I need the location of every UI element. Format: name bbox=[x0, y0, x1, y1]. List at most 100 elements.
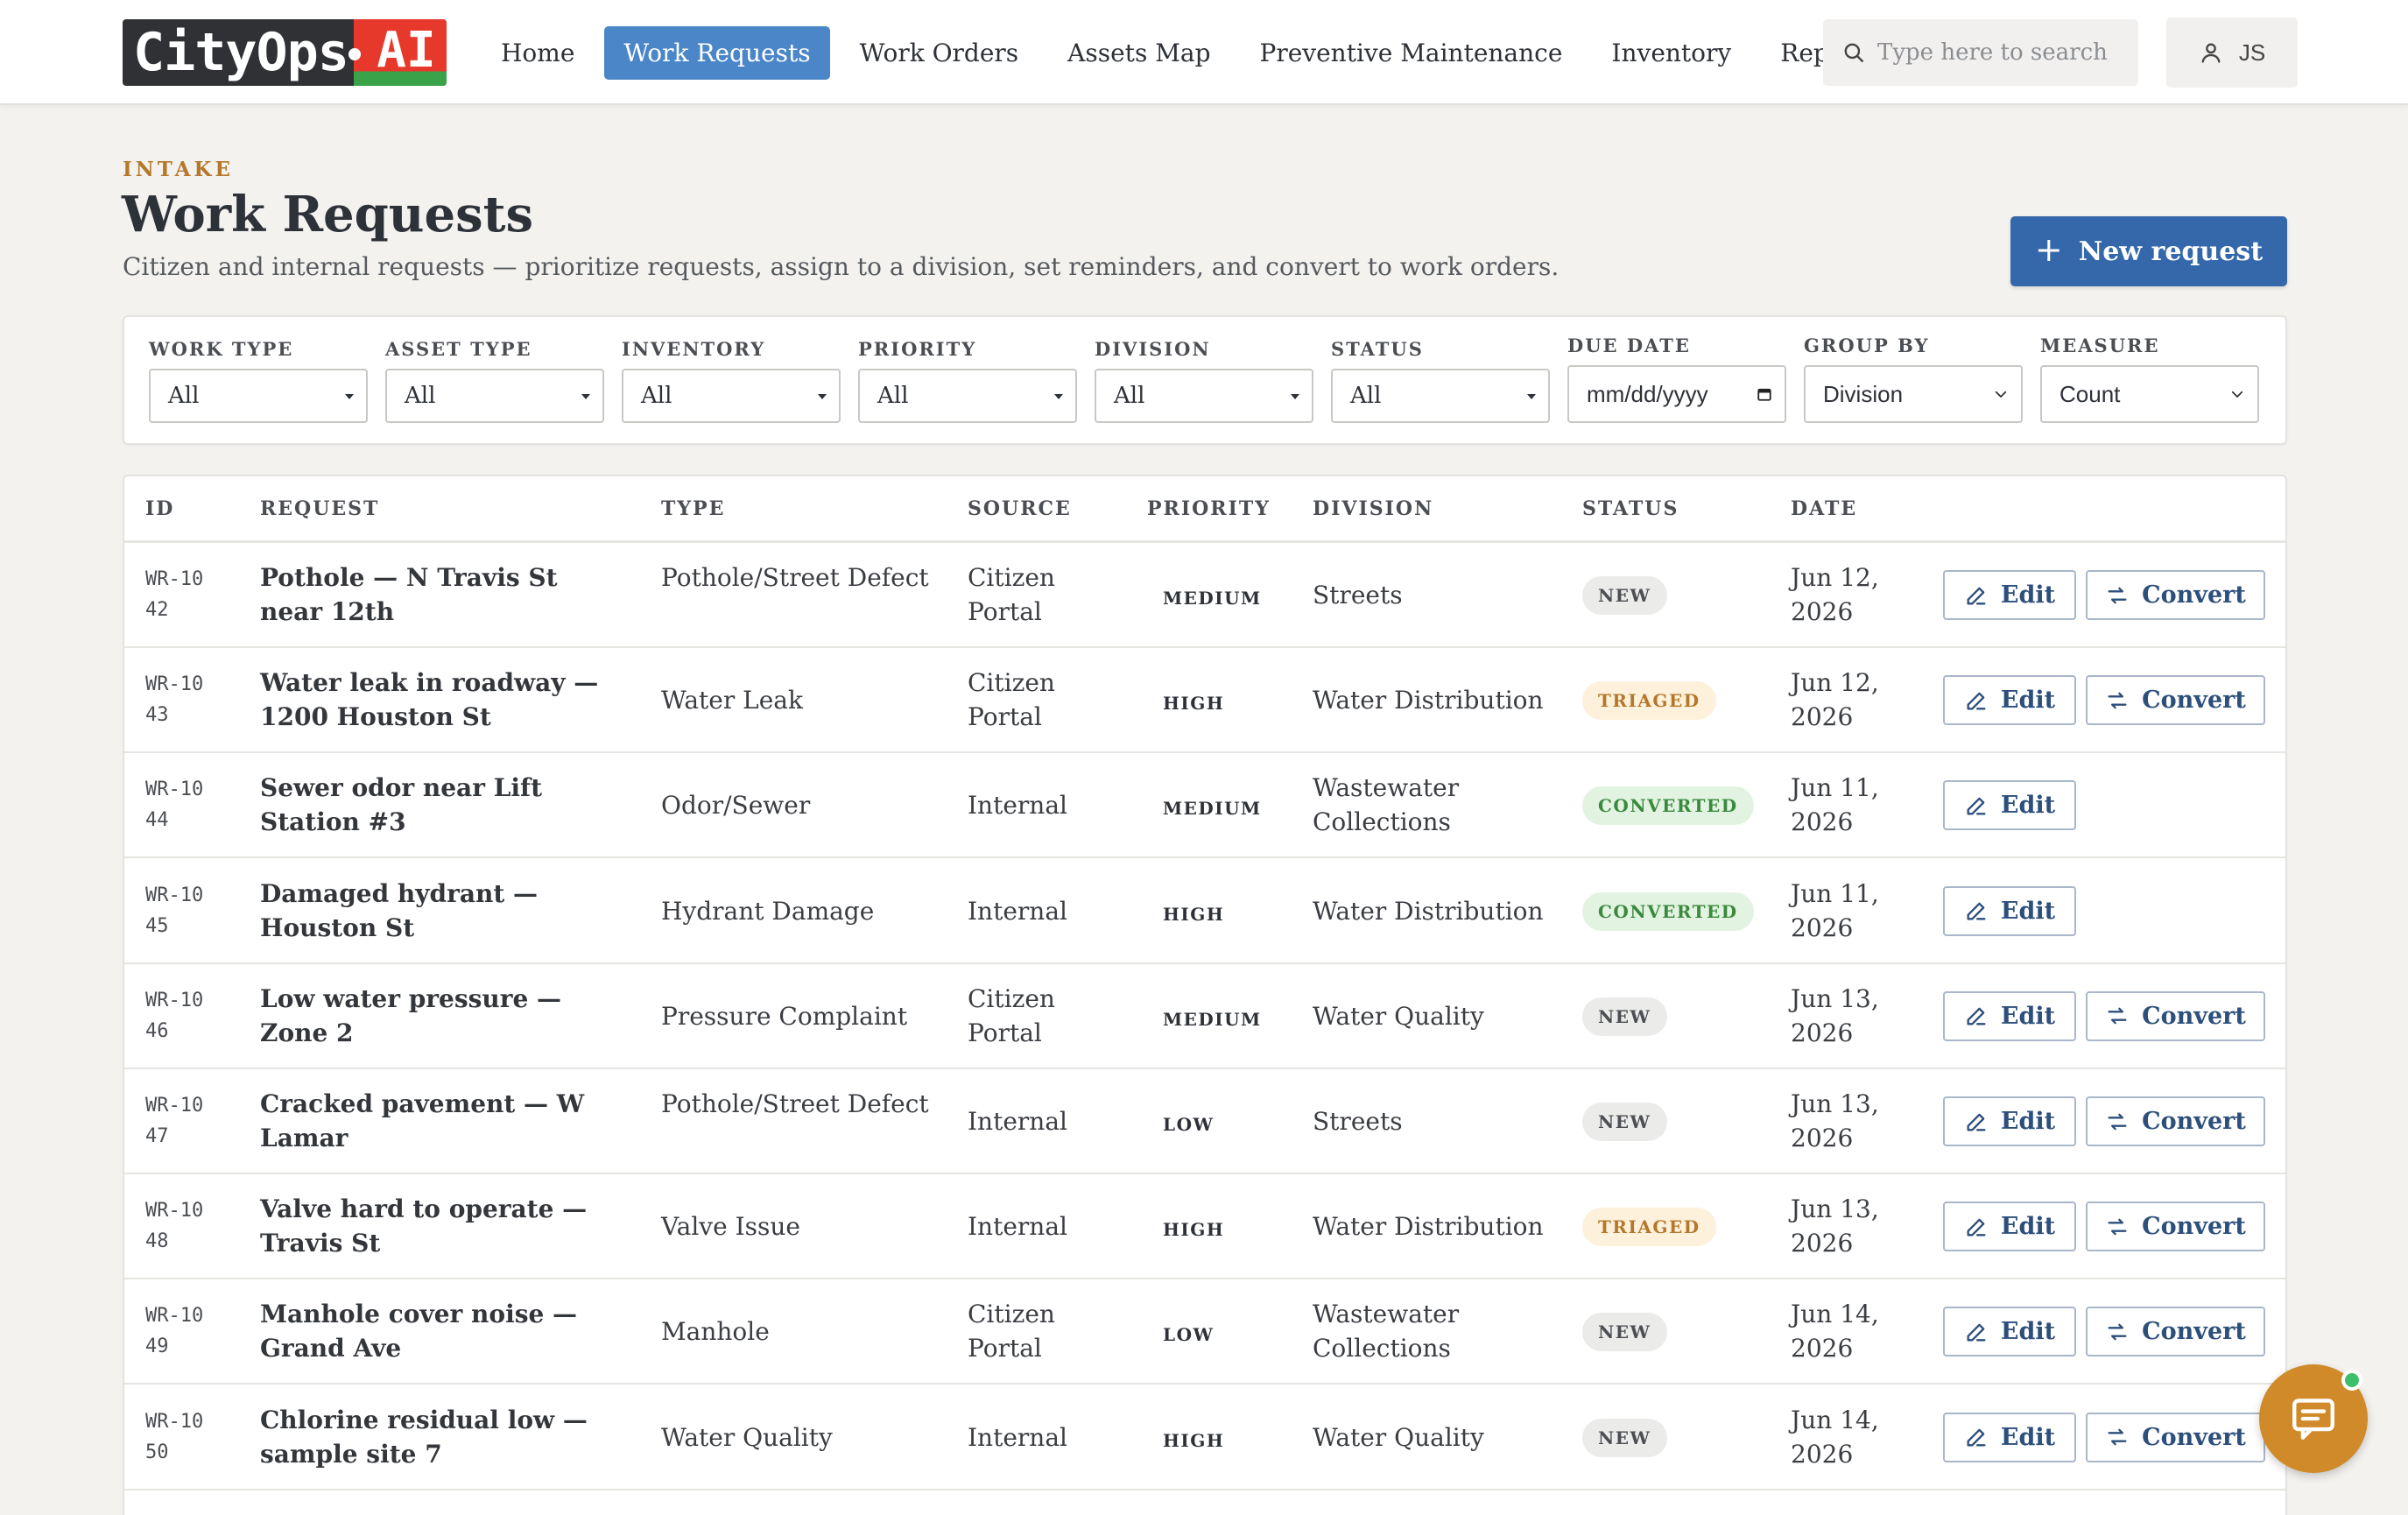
column-header-status[interactable]: STATUS bbox=[1582, 497, 1679, 520]
filter-label: INVENTORY bbox=[622, 338, 766, 360]
convert-arrows-icon bbox=[2108, 1218, 2127, 1236]
division-name: Streets bbox=[1313, 581, 1403, 610]
filter-asset-type: ASSET TYPE All bbox=[385, 338, 604, 423]
request-title: Valve hard to operate — Travis St bbox=[260, 1194, 588, 1258]
request-type: Manhole bbox=[661, 1317, 770, 1347]
filter-select[interactable]: All bbox=[149, 369, 368, 423]
edit-button[interactable]: Edit bbox=[1943, 780, 2076, 831]
dropdown-caret-icon bbox=[1291, 394, 1299, 399]
convert-button[interactable]: Convert bbox=[2086, 1096, 2265, 1146]
table-row: WR-1043 Water leak in roadway — 1200 Hous… bbox=[124, 648, 2285, 754]
pencil-icon bbox=[1967, 797, 1986, 815]
due-date-input[interactable]: mm/dd/yyyy bbox=[1567, 365, 1786, 423]
column-header-request[interactable]: REQUEST bbox=[260, 497, 379, 520]
division-name: Water Distribution bbox=[1313, 686, 1544, 715]
edit-label: Edit bbox=[2000, 1108, 2056, 1135]
column-header-division[interactable]: DIVISION bbox=[1313, 497, 1433, 520]
division-name: Water Distribution bbox=[1313, 1212, 1544, 1242]
nav-item-assets-map[interactable]: Assets Map bbox=[1048, 26, 1229, 80]
top-navigation-bar: CityOps AI Home Work Requests Work Orders A… bbox=[0, 0, 2408, 105]
request-source: Internal bbox=[968, 1107, 1067, 1136]
calendar-icon[interactable] bbox=[1757, 386, 1772, 402]
dropdown-caret-icon bbox=[345, 394, 354, 399]
convert-button[interactable]: Convert bbox=[2086, 1307, 2265, 1357]
filter-select[interactable]: All bbox=[385, 369, 604, 423]
edit-button[interactable]: Edit bbox=[1943, 1307, 2076, 1357]
filter-select[interactable]: All bbox=[858, 369, 1077, 423]
nav-item-preventive-maintenance[interactable]: Preventive Maintenance bbox=[1241, 26, 1582, 80]
global-search[interactable] bbox=[1823, 19, 2138, 86]
division-name: Wastewater Collections bbox=[1313, 773, 1460, 837]
status-badge: CONVERTED bbox=[1582, 786, 1754, 826]
request-type: Valve Issue bbox=[661, 1212, 800, 1242]
request-type: Water Leak bbox=[661, 686, 803, 715]
dropdown-caret-icon bbox=[1527, 394, 1536, 399]
convert-button[interactable]: Convert bbox=[2086, 1412, 2265, 1462]
convert-button[interactable]: Convert bbox=[2086, 1201, 2265, 1252]
page-title: Work Requests bbox=[122, 186, 534, 243]
column-header-priority[interactable]: PRIORITY bbox=[1147, 497, 1271, 520]
request-title: Cracked pavement — W Lamar bbox=[260, 1089, 585, 1152]
edit-button[interactable]: Edit bbox=[1943, 570, 2076, 620]
cityops-logo[interactable]: CityOps AI bbox=[123, 19, 447, 86]
column-header-date[interactable]: DATE bbox=[1791, 497, 1857, 520]
pencil-icon bbox=[1967, 1428, 1986, 1447]
edit-button[interactable]: Edit bbox=[1943, 1412, 2076, 1462]
request-type: Pothole/Street Defect bbox=[661, 563, 929, 592]
edit-button[interactable]: Edit bbox=[1943, 1096, 2076, 1146]
convert-button[interactable]: Convert bbox=[2086, 990, 2265, 1041]
request-id: WR-1044 bbox=[145, 779, 204, 832]
filter-select[interactable]: All bbox=[1095, 369, 1313, 423]
request-id: WR-1042 bbox=[145, 568, 204, 621]
convert-label: Convert bbox=[2142, 1213, 2246, 1241]
user-menu-button[interactable]: JS bbox=[2166, 18, 2298, 88]
request-source: Citizen Portal bbox=[968, 668, 1055, 732]
filter-status: STATUS All bbox=[1331, 338, 1550, 423]
filter-group-by: GROUP BY Division bbox=[1804, 335, 2023, 423]
new-request-button[interactable]: + New request bbox=[2010, 216, 2287, 286]
filter-priority: PRIORITY All bbox=[858, 338, 1077, 423]
request-id: WR-1043 bbox=[145, 673, 204, 727]
column-header-id[interactable]: ID bbox=[145, 497, 174, 520]
filter-select[interactable]: All bbox=[1331, 369, 1550, 423]
edit-button[interactable]: Edit bbox=[1943, 1201, 2076, 1252]
request-type: Hydrant Damage bbox=[661, 896, 875, 926]
pencil-icon bbox=[1967, 1323, 1986, 1342]
nav-item-inventory[interactable]: Inventory bbox=[1592, 26, 1750, 80]
filter-label: ASSET TYPE bbox=[385, 338, 532, 360]
filter-select[interactable]: Division bbox=[1804, 365, 2023, 423]
filter-select[interactable]: All bbox=[622, 369, 841, 423]
edit-button[interactable]: Edit bbox=[1943, 990, 2076, 1041]
nav-item-home[interactable]: Home bbox=[482, 26, 594, 80]
convert-arrows-icon bbox=[2108, 692, 2127, 709]
chat-assistant-button[interactable] bbox=[2259, 1364, 2368, 1473]
search-input[interactable] bbox=[1877, 39, 2131, 66]
filter-measure: MEASURE Count bbox=[2040, 335, 2259, 423]
request-date: Jun 14, 2026 bbox=[1791, 1405, 1879, 1469]
column-header-type[interactable]: TYPE bbox=[661, 497, 725, 520]
online-status-dot bbox=[2341, 1370, 2362, 1391]
edit-button[interactable]: Edit bbox=[1943, 675, 2076, 726]
filter-label: PRIORITY bbox=[858, 338, 977, 360]
main-nav: Home Work Requests Work Orders Assets Map Pr… bbox=[482, 26, 1898, 80]
filter-division: DIVISION All bbox=[1095, 338, 1313, 423]
edit-button[interactable]: Edit bbox=[1943, 885, 2076, 936]
convert-button[interactable]: Convert bbox=[2086, 675, 2265, 726]
convert-label: Convert bbox=[2142, 1108, 2246, 1135]
nav-item-work-orders[interactable]: Work Orders bbox=[841, 26, 1039, 80]
filter-select[interactable]: Count bbox=[2040, 365, 2259, 423]
division-name: Streets bbox=[1313, 1107, 1403, 1136]
table-row: WR-1050 Chlorine residual low — sample si… bbox=[124, 1385, 2285, 1490]
pencil-icon bbox=[1967, 1007, 1986, 1025]
nav-item-work-requests[interactable]: Work Requests bbox=[604, 26, 830, 80]
filter-inventory: INVENTORY All bbox=[622, 338, 841, 423]
filter-label: STATUS bbox=[1331, 338, 1424, 360]
convert-arrows-icon bbox=[2108, 1428, 2127, 1446]
request-date: Jun 13, 2026 bbox=[1791, 983, 1879, 1047]
request-title: Water leak in roadway — 1200 Houston St bbox=[260, 668, 599, 732]
column-header-source[interactable]: SOURCE bbox=[968, 497, 1072, 520]
request-title: Chlorine residual low — sample site 7 bbox=[260, 1405, 588, 1469]
convert-arrows-icon bbox=[2108, 1113, 2127, 1130]
convert-button[interactable]: Convert bbox=[2086, 570, 2265, 620]
request-title: Pothole — N Travis St near 12th bbox=[260, 563, 558, 626]
